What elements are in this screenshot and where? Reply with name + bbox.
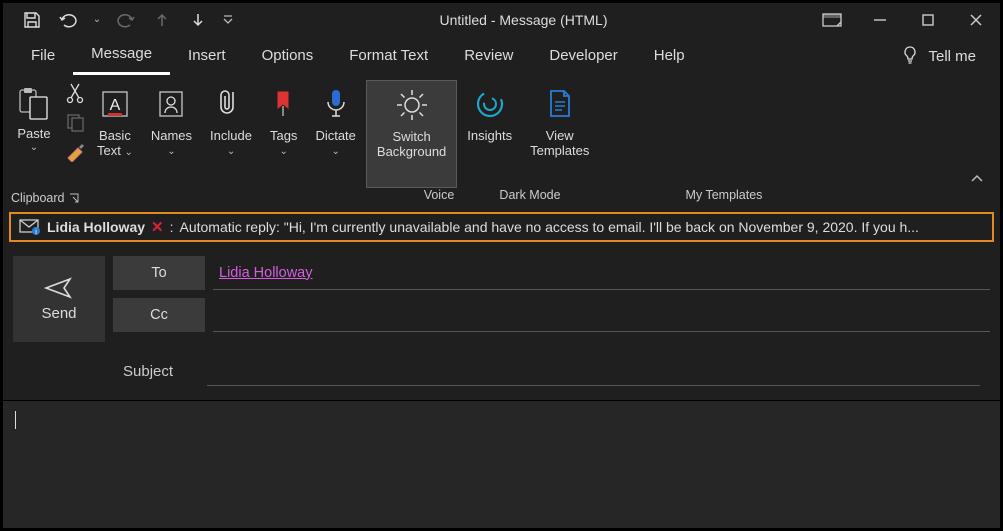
to-recipient[interactable]: Lidia Holloway bbox=[219, 265, 313, 281]
save-icon[interactable] bbox=[15, 3, 49, 37]
copy-icon[interactable] bbox=[65, 112, 87, 132]
view-templates-button[interactable]: ViewTemplates bbox=[522, 80, 597, 188]
redo-icon[interactable] bbox=[109, 3, 143, 37]
down-icon[interactable] bbox=[181, 3, 215, 37]
title-bar: ⌄ Untitled - Message (HTML) bbox=[3, 3, 1000, 37]
group-clipboard: Paste ⌄ bbox=[9, 80, 87, 188]
include-button[interactable]: Include⌄ bbox=[202, 80, 260, 188]
tab-help[interactable]: Help bbox=[636, 39, 703, 74]
names-button[interactable]: Names⌄ bbox=[143, 80, 200, 188]
mailtip-bar: i Lidia Holloway ✕ : Automatic reply: "H… bbox=[9, 212, 994, 242]
cc-field[interactable] bbox=[213, 298, 990, 332]
ribbon-tabs: File Message Insert Options Format Text … bbox=[3, 37, 1000, 75]
to-field[interactable]: Lidia Holloway bbox=[213, 256, 990, 290]
svg-text:A: A bbox=[110, 97, 121, 114]
close-icon[interactable] bbox=[952, 3, 1000, 37]
ribbon: Paste ⌄ bbox=[3, 75, 1000, 208]
basic-text-button[interactable]: A BasicText ⌄ bbox=[89, 80, 141, 188]
undo-dropdown-icon[interactable]: ⌄ bbox=[87, 3, 107, 37]
tags-button[interactable]: Tags⌄ bbox=[262, 80, 305, 188]
ribbon-display-icon[interactable] bbox=[808, 3, 856, 37]
qat-dropdown-icon[interactable] bbox=[217, 3, 239, 37]
group-label-dark: Dark Mode bbox=[499, 188, 560, 202]
tab-insert[interactable]: Insert bbox=[170, 39, 244, 74]
up-icon[interactable] bbox=[145, 3, 179, 37]
tell-me-label: Tell me bbox=[928, 48, 976, 65]
subject-input[interactable] bbox=[207, 356, 980, 386]
mailtip-text: Automatic reply: "Hi, I'm currently unav… bbox=[179, 219, 918, 235]
mailtip-name: Lidia Holloway bbox=[47, 219, 145, 235]
tab-developer[interactable]: Developer bbox=[531, 39, 635, 74]
send-button[interactable]: Send bbox=[13, 256, 105, 342]
tab-file[interactable]: File bbox=[13, 39, 73, 74]
collapse-ribbon-icon[interactable] bbox=[966, 172, 994, 188]
remove-recipient-icon[interactable]: ✕ bbox=[151, 218, 164, 236]
tab-options[interactable]: Options bbox=[244, 39, 332, 74]
paste-button[interactable]: Paste ⌄ bbox=[9, 80, 59, 155]
text-cursor bbox=[15, 411, 16, 429]
tab-format-text[interactable]: Format Text bbox=[331, 39, 446, 74]
message-window: ⌄ Untitled - Message (HTML) bbox=[0, 0, 1003, 531]
group-label-clipboard: Clipboard bbox=[11, 191, 65, 205]
format-painter-icon[interactable] bbox=[65, 140, 87, 162]
cut-icon[interactable] bbox=[65, 82, 87, 104]
to-button[interactable]: To bbox=[113, 256, 205, 290]
cc-button[interactable]: Cc bbox=[113, 298, 205, 332]
subject-label: Subject bbox=[123, 363, 173, 380]
group-label-voice: Voice bbox=[424, 188, 455, 202]
tab-message[interactable]: Message bbox=[73, 37, 170, 75]
minimize-icon[interactable] bbox=[856, 3, 904, 37]
tab-review[interactable]: Review bbox=[446, 39, 531, 74]
window-title: Untitled - Message (HTML) bbox=[239, 12, 808, 28]
undo-icon[interactable] bbox=[51, 3, 85, 37]
dialog-launcher-icon[interactable] bbox=[69, 193, 79, 203]
mail-info-icon: i bbox=[19, 219, 41, 235]
maximize-icon[interactable] bbox=[904, 3, 952, 37]
compose-header: Send To Cc Lidia Holloway bbox=[3, 246, 1000, 342]
dictate-button[interactable]: Dictate⌄ bbox=[307, 80, 363, 188]
insights-button[interactable]: Insights bbox=[459, 80, 520, 188]
bulb-icon bbox=[902, 46, 918, 66]
tell-me[interactable]: Tell me bbox=[888, 46, 990, 66]
message-body[interactable] bbox=[3, 400, 1000, 528]
mailtip-sep: : bbox=[170, 219, 174, 235]
group-label-templates: My Templates bbox=[686, 188, 763, 202]
switch-background-button[interactable]: SwitchBackground bbox=[366, 80, 457, 188]
